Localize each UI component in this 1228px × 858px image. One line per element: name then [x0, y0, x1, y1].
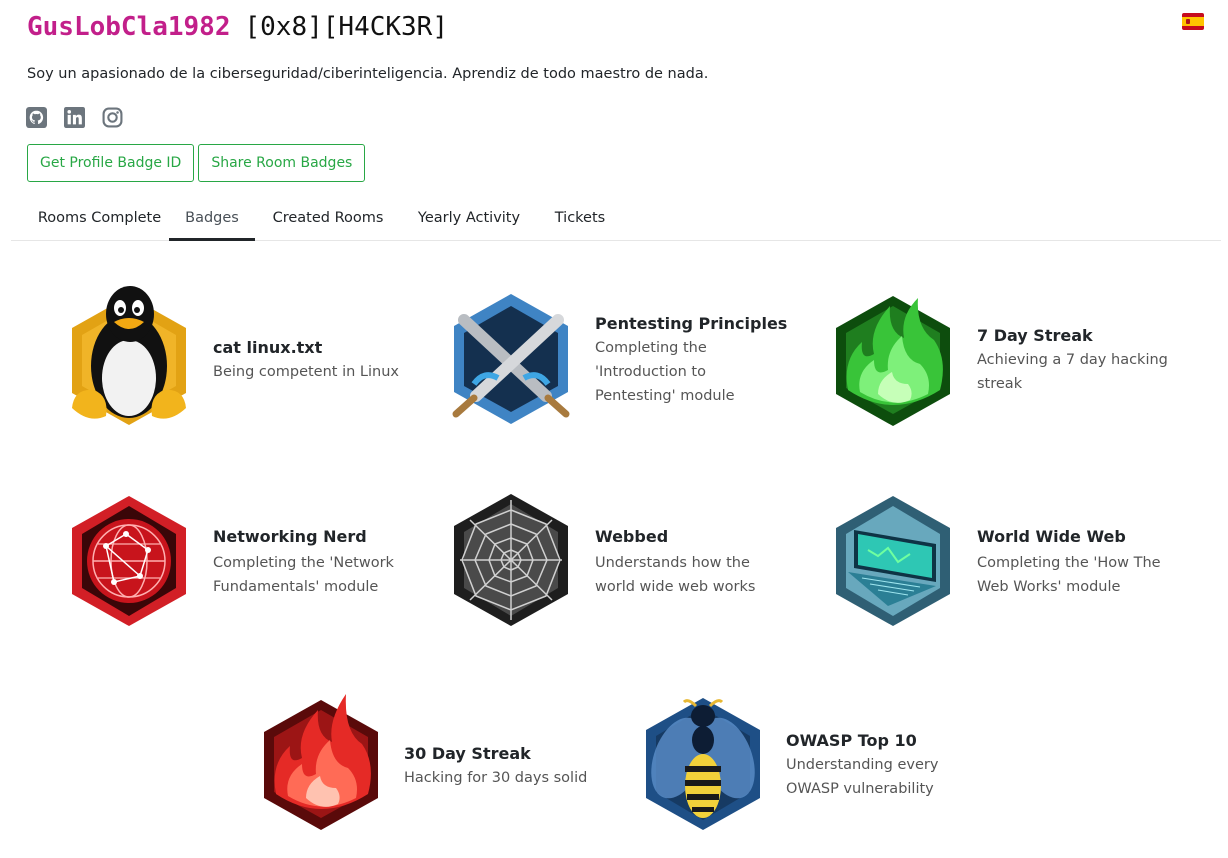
- badge-description: Being competent in Linux: [213, 364, 399, 380]
- badge-title: Networking Nerd: [213, 527, 367, 546]
- tab-created-rooms[interactable]: Created Rooms: [271, 199, 385, 241]
- green-flame-icon: [836, 296, 950, 426]
- badge-card[interactable]: 30 Day Streak Hacking for 30 days solid: [256, 684, 616, 834]
- badge-title: 30 Day Streak: [404, 744, 531, 763]
- badge-description: Achieving a 7 day hacking streak: [977, 352, 1168, 392]
- tab-badges[interactable]: Badges: [169, 199, 255, 241]
- spider-web-icon: [454, 494, 568, 626]
- laptop-icon: [836, 496, 950, 626]
- network-globe-icon: [72, 496, 186, 626]
- badge-card[interactable]: Webbed Understands how the world wide we…: [446, 486, 806, 630]
- badge-description: Understanding every OWASP vulnerability: [786, 757, 939, 797]
- share-room-badges-button[interactable]: Share Room Badges: [198, 144, 366, 182]
- badge-title: OWASP Top 10: [786, 731, 917, 750]
- red-flame-icon: [264, 694, 378, 830]
- instagram-icon[interactable]: [102, 107, 123, 128]
- tab-rooms-complete[interactable]: Rooms Complete: [28, 199, 171, 241]
- badge-title: 7 Day Streak: [977, 326, 1093, 345]
- badge-description: Completing the 'Introduction to Pentesti…: [595, 340, 735, 404]
- badge-card[interactable]: Networking Nerd Completing the 'Network …: [64, 490, 424, 630]
- tab-yearly-activity[interactable]: Yearly Activity: [416, 199, 522, 241]
- badge-title: cat linux.txt: [213, 338, 323, 357]
- github-icon[interactable]: [26, 107, 47, 128]
- profile-tabs: Rooms Complete Badges Created Rooms Year…: [11, 199, 1221, 241]
- profile-actions: Get Profile Badge ID Share Room Badges: [27, 144, 366, 182]
- username: GusLobCla1982: [27, 12, 231, 42]
- linux-penguin-icon: [72, 286, 186, 425]
- tab-tickets[interactable]: Tickets: [554, 199, 606, 241]
- social-links: [26, 107, 123, 128]
- badge-description: Understands how the world wide web works: [595, 555, 756, 595]
- get-profile-badge-button[interactable]: Get Profile Badge ID: [27, 144, 195, 182]
- badge-card[interactable]: Pentesting Principles Completing the 'In…: [446, 288, 806, 428]
- badge-card[interactable]: 7 Day Streak Achieving a 7 day hacking s…: [828, 280, 1208, 430]
- crossed-swords-icon: [452, 294, 570, 424]
- badge-title: World Wide Web: [977, 527, 1126, 546]
- wasp-icon: [646, 698, 760, 830]
- badge-description: Completing the 'Network Fundamentals' mo…: [213, 555, 394, 595]
- user-rank: [0x8][H4CK3R]: [244, 12, 449, 42]
- badge-description: Completing the 'How The Web Works' modul…: [977, 555, 1161, 595]
- badge-card[interactable]: cat linux.txt Being competent in Linux: [64, 278, 424, 428]
- profile-bio: Soy un apasionado de la ciberseguridad/c…: [27, 66, 709, 82]
- badge-card[interactable]: World Wide Web Completing the 'How The W…: [828, 490, 1208, 630]
- badge-title: Webbed: [595, 527, 669, 546]
- badge-card[interactable]: OWASP Top 10 Understanding every OWASP v…: [638, 694, 998, 834]
- linkedin-icon[interactable]: [64, 107, 85, 128]
- profile-header: GusLobCla1982 [0x8][H4CK3R]: [27, 12, 448, 48]
- badge-description: Hacking for 30 days solid: [404, 770, 588, 786]
- spain-flag-icon[interactable]: [1182, 13, 1204, 30]
- badge-title: Pentesting Principles: [595, 314, 788, 333]
